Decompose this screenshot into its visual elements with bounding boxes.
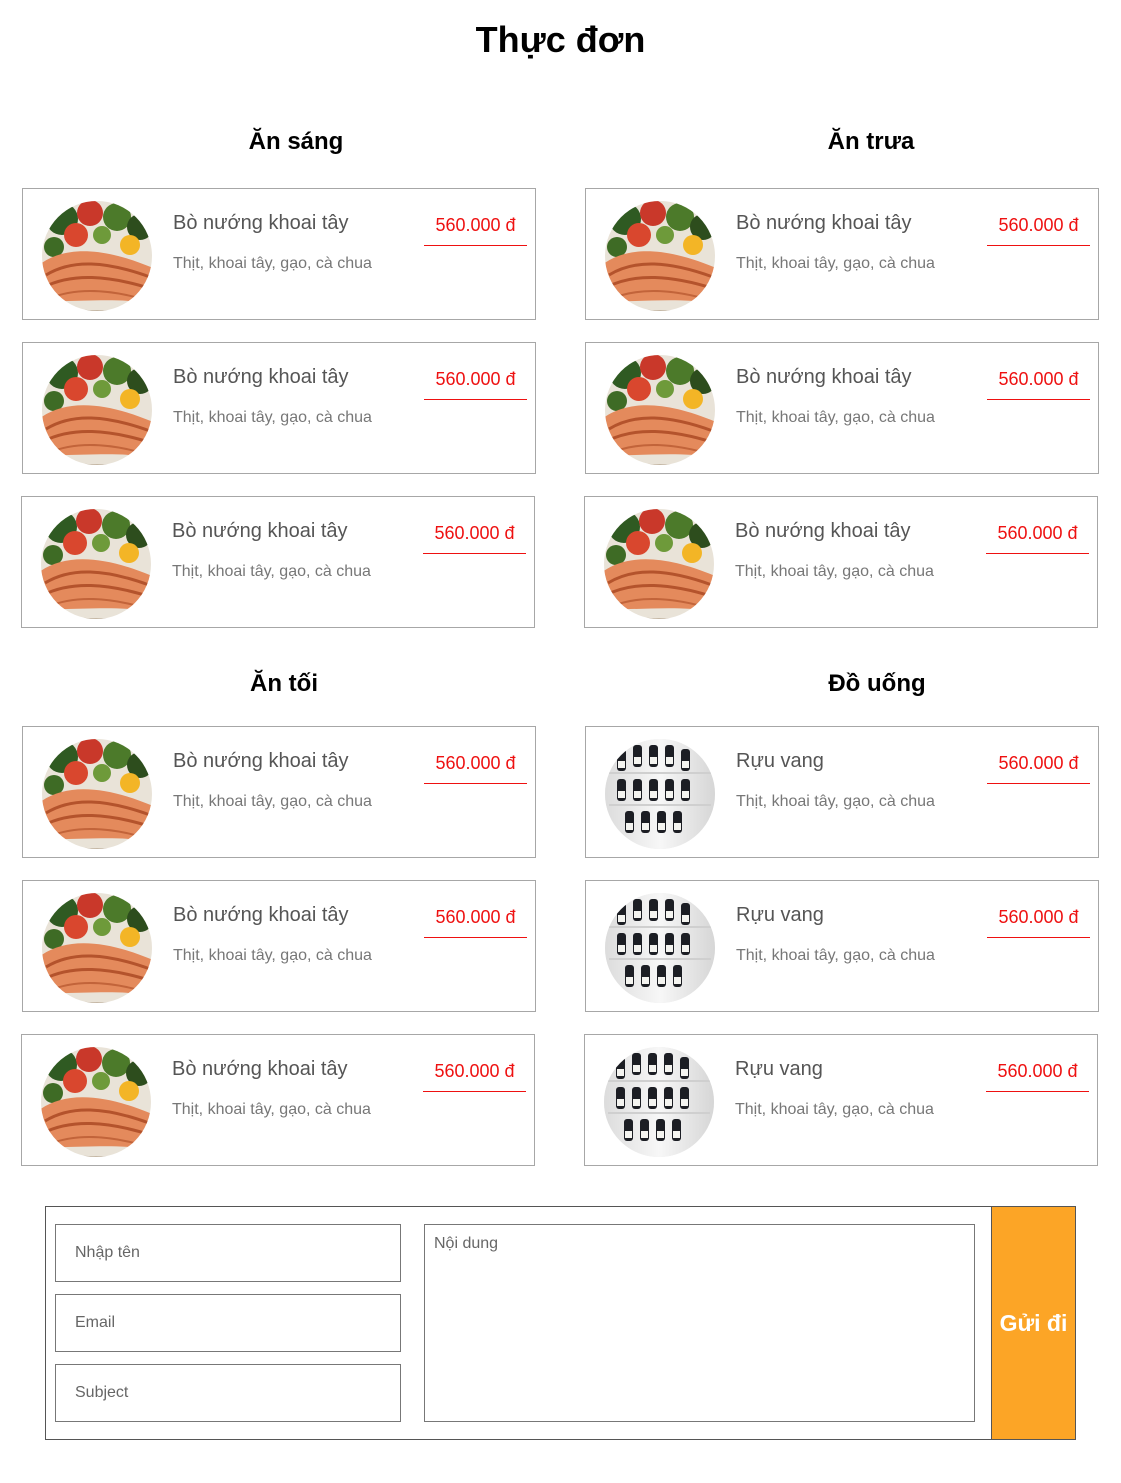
wine-bottles-image bbox=[605, 893, 715, 1003]
item-name: Bò nướng khoai tây bbox=[736, 366, 912, 388]
item-description: Thịt, khoai tây, gạo, cà chua bbox=[736, 255, 935, 272]
item-name: Bò nướng khoai tây bbox=[173, 904, 349, 926]
item-price: 560.000 đ bbox=[423, 1059, 526, 1092]
contact-form: Gửi đi bbox=[45, 1206, 1076, 1440]
page-title: Thực đơn bbox=[475, 19, 646, 60]
item-price: 560.000 đ bbox=[424, 213, 527, 246]
item-name: Bò nướng khoai tây bbox=[735, 520, 911, 542]
item-price: 560.000 đ bbox=[986, 521, 1089, 554]
item-price: 560.000 đ bbox=[987, 905, 1090, 938]
menu-item-card[interactable]: Bò nướng khoai tây Thịt, khoai tây, gạo,… bbox=[22, 188, 536, 320]
item-name: Rựu vang bbox=[735, 1058, 823, 1080]
item-name: Bò nướng khoai tây bbox=[736, 212, 912, 234]
wine-bottles-image bbox=[604, 1047, 714, 1157]
grilled-salmon-image bbox=[42, 201, 152, 311]
item-description: Thịt, khoai tây, gạo, cà chua bbox=[736, 947, 935, 964]
item-description: Thịt, khoai tây, gạo, cà chua bbox=[172, 563, 371, 580]
item-price: 560.000 đ bbox=[987, 213, 1090, 246]
item-price: 560.000 đ bbox=[987, 367, 1090, 400]
item-name: Rựu vang bbox=[736, 904, 824, 926]
grilled-salmon-image bbox=[604, 509, 714, 619]
section-title-dinner: Ăn tối bbox=[250, 670, 318, 697]
item-description: Thịt, khoai tây, gạo, cà chua bbox=[735, 563, 934, 580]
menu-item-card[interactable]: Bò nướng khoai tây Thịt, khoai tây, gạo,… bbox=[22, 880, 536, 1012]
wine-bottles-image bbox=[605, 739, 715, 849]
item-price: 560.000 đ bbox=[986, 1059, 1089, 1092]
grilled-salmon-image bbox=[42, 355, 152, 465]
item-price: 560.000 đ bbox=[424, 367, 527, 400]
item-description: Thịt, khoai tây, gạo, cà chua bbox=[735, 1101, 934, 1118]
menu-item-card[interactable]: Rựu vang Thịt, khoai tây, gạo, cà chua 5… bbox=[585, 726, 1099, 858]
menu-item-card[interactable]: Bò nướng khoai tây Thịt, khoai tây, gạo,… bbox=[22, 342, 536, 474]
item-description: Thịt, khoai tây, gạo, cà chua bbox=[736, 409, 935, 426]
item-name: Bò nướng khoai tây bbox=[173, 212, 349, 234]
grilled-salmon-image bbox=[605, 355, 715, 465]
menu-item-card[interactable]: Bò nướng khoai tây Thịt, khoai tây, gạo,… bbox=[22, 726, 536, 858]
section-title-drinks: Đồ uống bbox=[828, 670, 926, 697]
item-name: Bò nướng khoai tây bbox=[173, 750, 349, 772]
menu-item-card[interactable]: Bò nướng khoai tây Thịt, khoai tây, gạo,… bbox=[584, 496, 1098, 628]
menu-item-card[interactable]: Bò nướng khoai tây Thịt, khoai tây, gạo,… bbox=[21, 1034, 535, 1166]
item-price: 560.000 đ bbox=[424, 751, 527, 784]
menu-item-card[interactable]: Rựu vang Thịt, khoai tây, gạo, cà chua 5… bbox=[584, 1034, 1098, 1166]
item-price: 560.000 đ bbox=[424, 905, 527, 938]
send-button[interactable]: Gửi đi bbox=[991, 1206, 1076, 1440]
menu-item-card[interactable]: Bò nướng khoai tây Thịt, khoai tây, gạo,… bbox=[585, 342, 1099, 474]
email-input[interactable] bbox=[55, 1294, 401, 1352]
menu-item-card[interactable]: Bò nướng khoai tây Thịt, khoai tây, gạo,… bbox=[585, 188, 1099, 320]
item-description: Thịt, khoai tây, gạo, cà chua bbox=[172, 1101, 371, 1118]
item-description: Thịt, khoai tây, gạo, cà chua bbox=[173, 409, 372, 426]
message-textarea[interactable] bbox=[424, 1224, 975, 1422]
item-description: Thịt, khoai tây, gạo, cà chua bbox=[173, 255, 372, 272]
grilled-salmon-image bbox=[605, 201, 715, 311]
item-name: Bò nướng khoai tây bbox=[173, 366, 349, 388]
section-title-lunch: Ăn trưa bbox=[827, 128, 915, 155]
menu-item-card[interactable]: Bò nướng khoai tây Thịt, khoai tây, gạo,… bbox=[21, 496, 535, 628]
item-name: Bò nướng khoai tây bbox=[172, 1058, 348, 1080]
item-price: 560.000 đ bbox=[987, 751, 1090, 784]
item-name: Rựu vang bbox=[736, 750, 824, 772]
menu-item-card[interactable]: Rựu vang Thịt, khoai tây, gạo, cà chua 5… bbox=[585, 880, 1099, 1012]
item-description: Thịt, khoai tây, gạo, cà chua bbox=[173, 793, 372, 810]
item-name: Bò nướng khoai tây bbox=[172, 520, 348, 542]
grilled-salmon-image bbox=[41, 509, 151, 619]
item-price: 560.000 đ bbox=[423, 521, 526, 554]
grilled-salmon-image bbox=[42, 893, 152, 1003]
name-input[interactable] bbox=[55, 1224, 401, 1282]
section-title-breakfast: Ăn sáng bbox=[248, 128, 344, 155]
grilled-salmon-image bbox=[41, 1047, 151, 1157]
item-description: Thịt, khoai tây, gạo, cà chua bbox=[736, 793, 935, 810]
grilled-salmon-image bbox=[42, 739, 152, 849]
item-description: Thịt, khoai tây, gạo, cà chua bbox=[173, 947, 372, 964]
subject-input[interactable] bbox=[55, 1364, 401, 1422]
